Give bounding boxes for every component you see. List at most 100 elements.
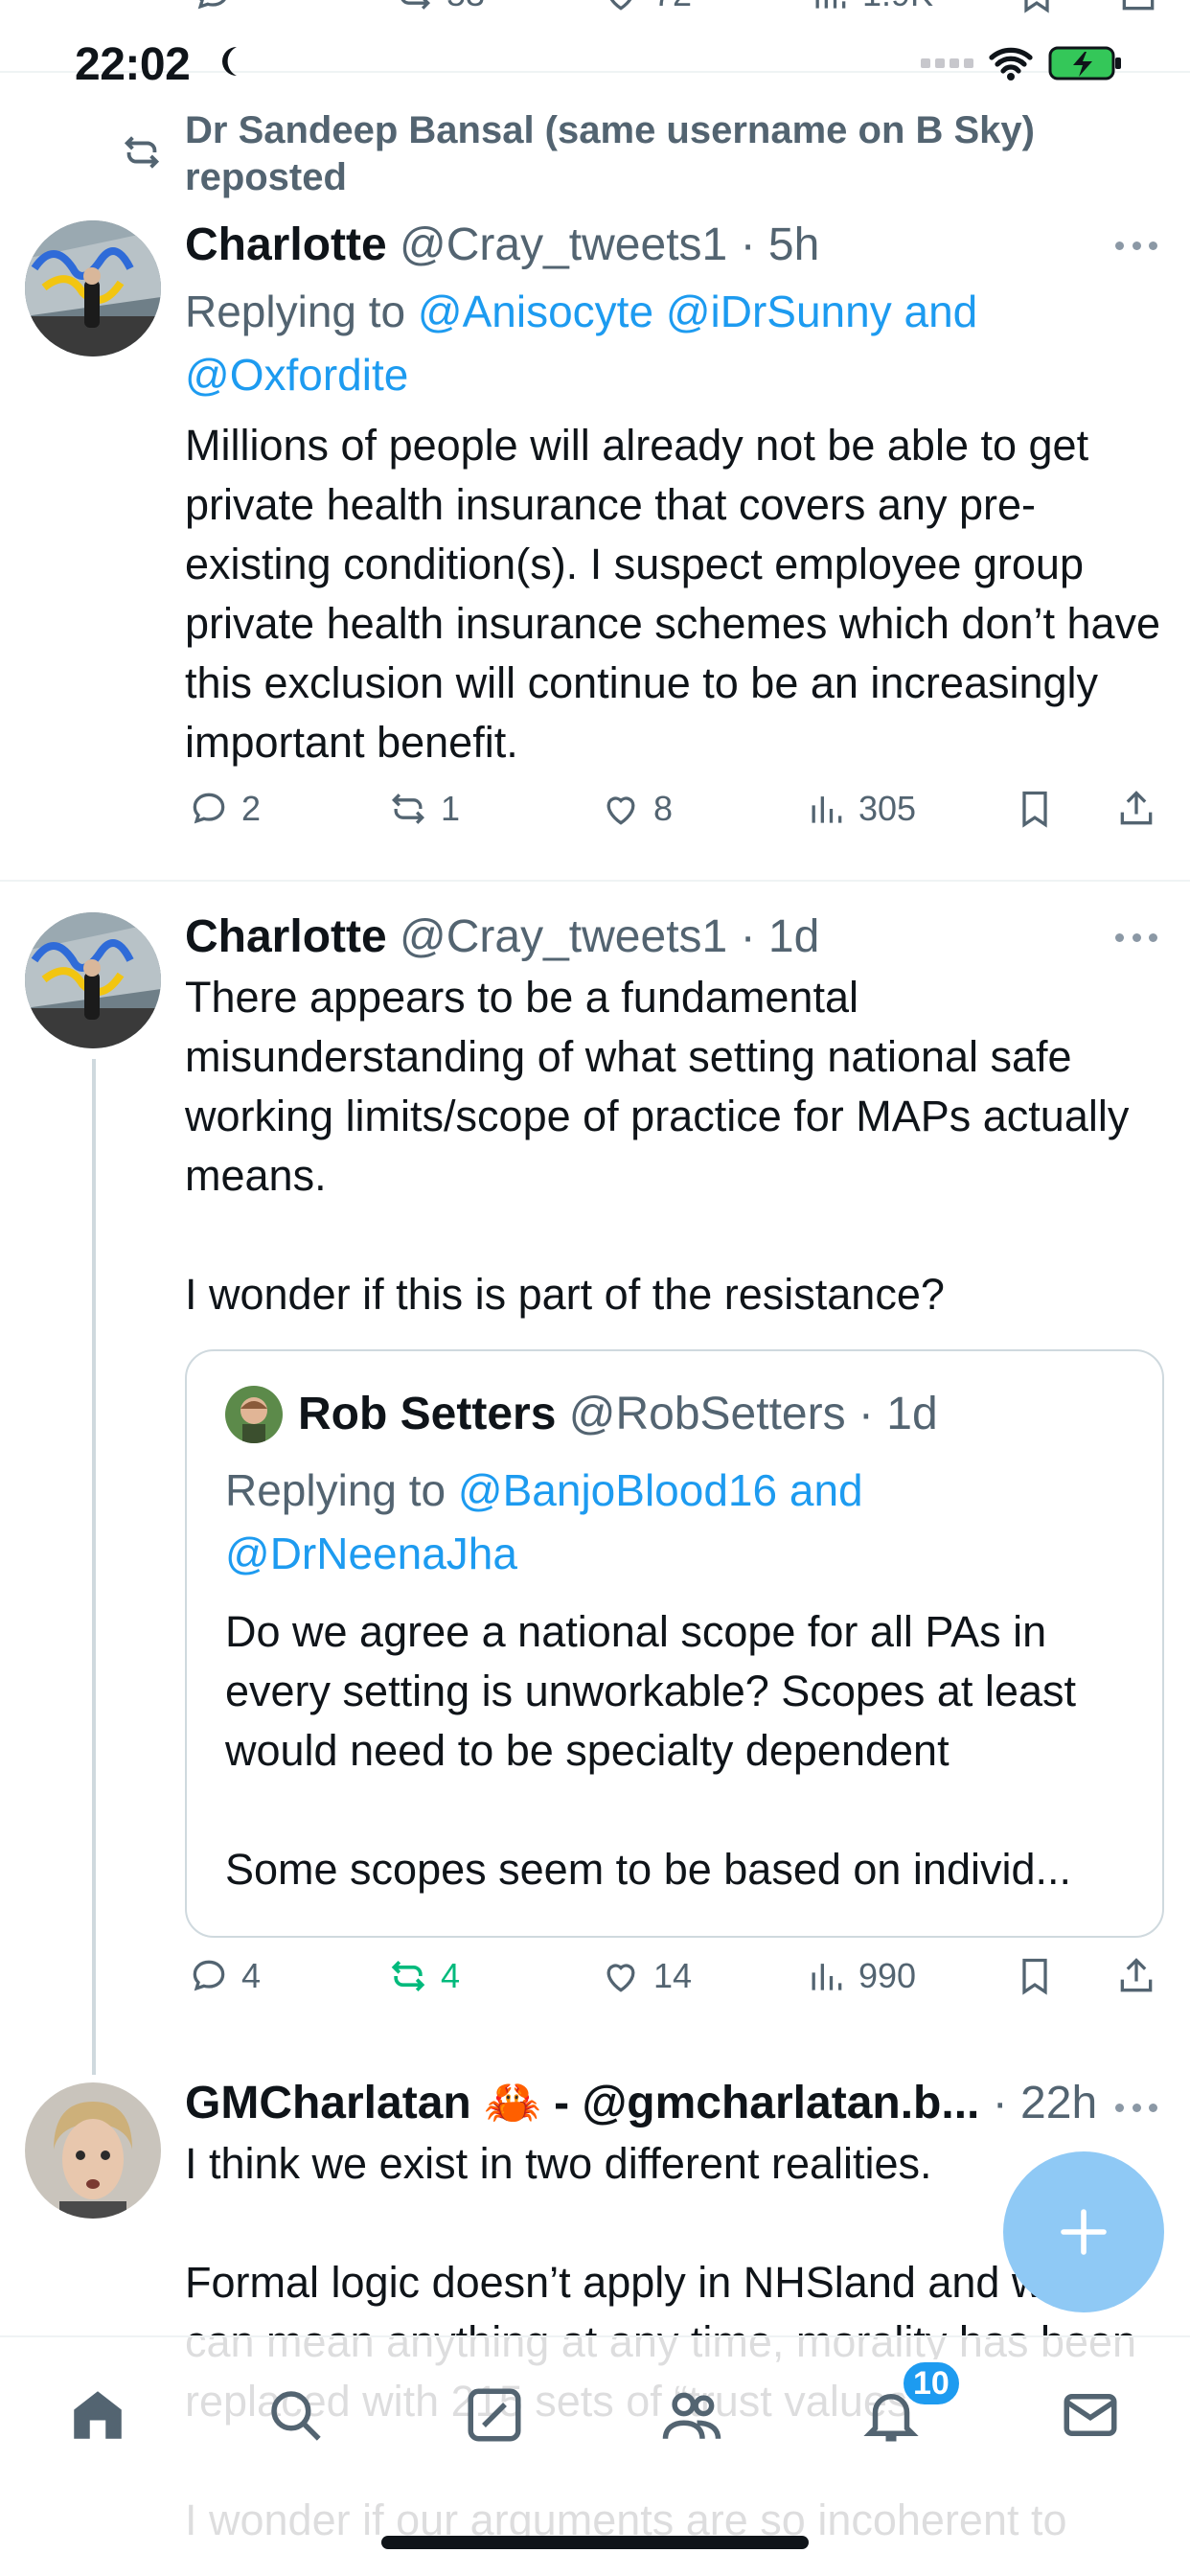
avatar[interactable]	[25, 912, 161, 1048]
bookmark-button[interactable]	[1014, 788, 1056, 830]
wifi-icon	[989, 47, 1033, 80]
bookmark-button[interactable]	[1016, 0, 1058, 15]
bookmark-button[interactable]	[1014, 1955, 1056, 1997]
tab-messages[interactable]	[1056, 2380, 1125, 2450]
reply-icon	[193, 793, 225, 824]
author-handle[interactable]: @Cray_tweets1	[400, 219, 727, 270]
tweet-divider	[0, 880, 1190, 882]
quoted-replying-to: Replying to @BanjoBlood16 and @DrNeenaJh…	[225, 1459, 1126, 1585]
communities-icon	[468, 2388, 521, 2442]
author-name[interactable]: Charlotte	[185, 219, 387, 270]
notifications-badge: 10	[901, 2359, 962, 2407]
tab-home[interactable]	[63, 2380, 132, 2450]
views-button[interactable]: 1.9K	[809, 0, 933, 15]
search-icon	[271, 2391, 321, 2441]
more-options-icon[interactable]	[1115, 2098, 1157, 2117]
quoted-tweet-time: 1d	[886, 1389, 938, 1439]
reply-button[interactable]	[192, 0, 234, 15]
view-count: 990	[858, 1956, 917, 1995]
bookmark-icon	[1022, 791, 1047, 828]
like-count: 14	[653, 1956, 693, 1995]
timeline-screen: 53 72 1.9K 22:02	[0, 0, 1190, 2576]
views-button[interactable]: 990	[805, 1955, 916, 1997]
repost-button[interactable]: 53	[393, 0, 485, 15]
share-button[interactable]	[1115, 788, 1157, 830]
like-button[interactable]: 8	[600, 788, 673, 830]
author-handle[interactable]: @Cray_tweets1	[400, 911, 727, 962]
plus-icon	[1061, 2209, 1107, 2255]
compose-button[interactable]	[1003, 2151, 1164, 2312]
share-icon	[1120, 791, 1153, 825]
view-count: 305	[858, 789, 917, 828]
views-icon	[812, 796, 842, 823]
heart-icon	[606, 796, 635, 825]
tweet-actions: 2 1 8 305	[0, 788, 1190, 845]
tweet-actions: 4 4 14 990	[0, 1955, 1190, 2012]
repost-banner-text: Dr Sandeep Bansal (same username on B Sk…	[185, 109, 1035, 198]
more-options-icon[interactable]	[1115, 236, 1157, 255]
tab-communities[interactable]	[460, 2380, 529, 2450]
reply-icon	[193, 1960, 225, 1991]
moon-icon	[221, 47, 237, 76]
reply-button[interactable]: 4	[188, 1955, 261, 1997]
like-count: 8	[653, 789, 674, 828]
more-options-icon[interactable]	[1115, 928, 1157, 947]
quoted-tweet-text: Do we agree a national scope for all PAs…	[225, 1607, 1076, 1894]
tweet-time[interactable]: 22h	[1020, 2078, 1097, 2128]
tweet-content: Charlotte @Cray_tweets1 · 5h Replying to…	[185, 217, 1163, 772]
quoted-tweet-card[interactable]: Rob Setters @RobSetters · 1d Replying to…	[185, 1349, 1164, 1938]
separator-dot: ·	[740, 911, 756, 962]
tweet-time[interactable]: 5h	[768, 219, 819, 270]
home-indicator[interactable]	[381, 2536, 809, 2549]
reply-count: 2	[241, 789, 262, 828]
repost-count: 1	[441, 789, 461, 828]
avatar[interactable]	[25, 2082, 161, 2219]
tweet-header: GMCharlatan 🦀 - @gmcharlatan.b... · 22h	[185, 2075, 1163, 2132]
quoted-tweet-header: Rob Setters @RobSetters · 1d	[225, 1386, 938, 1443]
tab-people[interactable]	[657, 2380, 726, 2450]
avatar[interactable]	[25, 220, 161, 356]
reply-button[interactable]: 2	[188, 788, 261, 830]
like-button[interactable]: 72	[600, 0, 692, 15]
bookmark-icon	[1022, 1958, 1047, 1995]
repost-icon	[400, 0, 431, 10]
views-button[interactable]: 305	[805, 788, 916, 830]
share-button[interactable]	[1115, 1955, 1157, 1997]
tweet-text: There appears to be a fundamental misund…	[185, 973, 1130, 1319]
repost-count: 4	[441, 1956, 461, 1995]
bookmark-icon	[1024, 0, 1049, 13]
quoted-header-text: Rob Setters @RobSetters · 1d	[298, 1386, 938, 1443]
thread-line	[92, 1059, 96, 2075]
author-name[interactable]: GMCharlatan	[185, 2078, 471, 2128]
quoted-author-handle: @RobSetters	[568, 1389, 846, 1439]
quoted-author-name: Rob Setters	[298, 1389, 557, 1439]
repost-count: 53	[446, 0, 485, 14]
separator-dot: ·	[992, 2078, 1008, 2128]
repost-icon	[391, 794, 425, 824]
people-icon	[662, 2392, 721, 2440]
battery-icon	[1048, 46, 1121, 80]
repost-button[interactable]: 1	[387, 788, 460, 830]
status-time: 22:02	[75, 39, 191, 90]
heart-icon	[609, 0, 632, 11]
share-icon	[1122, 0, 1155, 11]
author-name[interactable]: Charlotte	[185, 911, 387, 962]
status-bar: 22:02	[0, 29, 1190, 102]
like-button[interactable]: 14	[600, 1955, 692, 1997]
like-count: 72	[653, 0, 692, 14]
tweet-content: Charlotte @Cray_tweets1 · 1d There appea…	[185, 908, 1163, 1324]
repost-button[interactable]: 4	[387, 1955, 460, 1997]
status-indicators	[921, 44, 1123, 82]
tweet-text: Millions of people will already not be a…	[185, 421, 1161, 767]
quoted-author-avatar	[225, 1386, 283, 1443]
author-name-suffix[interactable]: - @gmcharlatan.b...	[541, 2078, 979, 2128]
tweet-time[interactable]: 1d	[768, 911, 819, 962]
tweet-header: Charlotte @Cray_tweets1 · 1d	[185, 908, 1163, 966]
views-icon	[815, 0, 846, 9]
separator-dot: ·	[740, 219, 756, 270]
reply-count: 4	[241, 1956, 262, 1995]
home-icon	[74, 2391, 122, 2439]
heart-icon	[606, 1964, 635, 1992]
share-button[interactable]	[1117, 0, 1159, 15]
tab-search[interactable]	[261, 2380, 330, 2450]
